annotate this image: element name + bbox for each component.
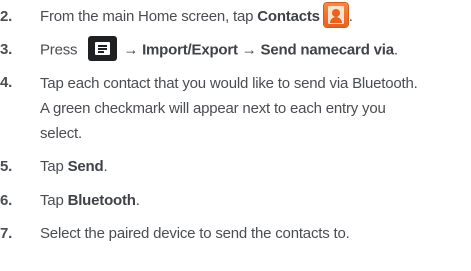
step-text: Tap Bluetooth. — [40, 189, 471, 213]
menu-path: → Import/Export → Send namecard via — [123, 41, 394, 59]
step-text-line: A green checkmark will appear next to ea… — [40, 100, 386, 117]
step-text-part: . — [393, 41, 398, 59]
step-number: 3. — [0, 41, 13, 58]
step-text: Tap each contact that you would like to … — [40, 71, 471, 146]
step-text-part: . — [103, 158, 108, 175]
step-number: 5. — [0, 158, 13, 175]
step-text-line: Tap each contact that you would like to … — [40, 75, 418, 92]
step-text: Tap Send. — [40, 155, 471, 179]
step-text-part: Tap — [40, 192, 68, 209]
step-text: Press → Import/Export → Send namecard vi… — [40, 36, 471, 63]
menu-icon — [88, 36, 118, 61]
send-label: Send — [67, 158, 104, 175]
step-number: 4. — [0, 74, 13, 91]
step-text-part: Press — [40, 41, 82, 59]
step-text-part: Select the paired device to send the con… — [40, 225, 350, 242]
step-number: 7. — [0, 225, 13, 242]
step-text-part: From the main Home screen, tap — [40, 8, 258, 25]
step-text-part: . — [348, 8, 353, 25]
step-number: 6. — [0, 192, 13, 209]
step-number: 2. — [0, 8, 13, 25]
step-text: Select the paired device to send the con… — [40, 222, 471, 246]
step-text: From the main Home screen, tap Contacts. — [40, 3, 471, 29]
bluetooth-label: Bluetooth — [67, 192, 136, 209]
step-text-line: select. — [40, 125, 82, 142]
contacts-icon — [323, 3, 348, 28]
contacts-label: Contacts — [257, 8, 320, 25]
step-text-part: . — [135, 192, 140, 209]
step-text-part: Tap — [40, 158, 68, 175]
